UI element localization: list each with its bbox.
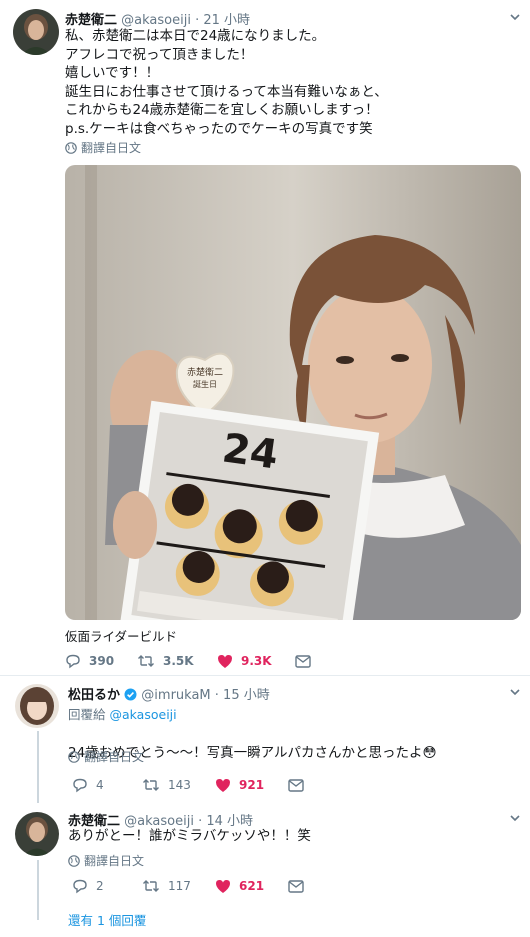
reply-handle-link[interactable]: @akasoeiji [110,707,177,722]
globe-icon [65,141,77,154]
reply-tweet[interactable]: 松田るか @imrukaM · 15 小時 回覆給 @akasoeiji 24歳… [0,680,530,805]
display-name[interactable]: 松田るか [68,688,120,703]
like-count: 921 [239,778,265,792]
photo-caption[interactable]: 仮面ライダービルド [65,626,177,645]
avatar[interactable] [15,684,59,728]
timestamp[interactable]: · 15 小時 [215,688,270,703]
heart-icon [216,778,230,792]
user-handle[interactable]: @akasoeiji [121,13,191,28]
svg-text:誕生日: 誕生日 [193,379,217,389]
retweet-count: 117 [168,879,191,893]
photo-card-number: 24 [219,425,281,478]
reply-icon [73,879,87,894]
retweet-button[interactable]: 117 [142,878,215,894]
translate-link[interactable]: 翻譯自日文 [68,852,144,869]
translate-label: 翻譯自日文 [84,750,145,764]
reply-prefix: 回覆給 [68,707,106,722]
translate-link[interactable]: 翻譯自日文 [65,139,141,156]
dm-button[interactable] [288,778,304,792]
reply-count: 2 [96,879,104,893]
like-button[interactable]: 621 [215,879,288,894]
like-button[interactable]: 9.3K [217,654,295,669]
like-count: 621 [239,879,265,893]
retweet-count: 143 [168,778,191,792]
verified-badge-icon [124,688,137,701]
globe-icon [68,750,80,763]
timestamp[interactable]: · 21 小時 [195,13,250,28]
retweet-button[interactable]: 143 [142,777,215,793]
retweet-icon [143,779,159,791]
chevron-down-icon[interactable] [508,685,522,699]
reply-icon [73,778,87,793]
like-count: 9.3K [241,654,272,668]
tweet-text: 私、赤楚衛二は本日で24歳になりました。 アフレコで祝って頂きました！ 嬉しいで… [65,28,388,137]
translate-link[interactable]: 翻譯自日文 [68,748,144,765]
tweet-actions: 390 3.5K 9.3K [65,653,311,669]
retweet-count: 3.5K [163,654,194,668]
flushed-face-emoji: 😳 [422,744,437,761]
envelope-icon [288,778,304,792]
chevron-down-icon[interactable] [508,10,522,24]
reply-count: 4 [96,778,104,792]
globe-icon [68,854,80,867]
translate-label: 翻譯自日文 [81,141,142,155]
heart-icon [218,654,232,668]
reply-button[interactable]: 2 [72,878,142,894]
tweet-actions: 4 143 921 [72,777,304,793]
reply-tweet[interactable]: 赤楚衛二 @akasoeiji · 14 小時 ありがとー！誰がミラバケッソや！… [0,808,530,908]
display-name[interactable]: 赤楚衛二 [65,13,117,28]
retweet-icon [138,655,154,667]
reply-icon [66,654,80,669]
reply-count: 390 [89,654,115,668]
reply-button[interactable]: 4 [72,777,142,793]
dm-button[interactable] [288,879,304,893]
reply-context: 回覆給 @akasoeiji [68,704,177,723]
photo-heart-text: 赤楚衛二 [187,366,223,378]
divider [0,675,530,676]
tweet-text: ありがとー！誰がミラバケッソや！！笑 [68,828,311,844]
tweet-actions: 2 117 621 [72,878,304,894]
envelope-icon [288,879,304,893]
translate-label: 翻譯自日文 [84,854,145,868]
show-more-replies-link[interactable]: 還有 1 個回覆 [68,910,146,929]
avatar[interactable] [13,9,59,55]
envelope-icon [295,654,311,668]
avatar[interactable] [15,812,59,856]
retweet-button[interactable]: 3.5K [137,653,217,669]
dm-button[interactable] [295,654,311,668]
chevron-down-icon[interactable] [508,811,522,825]
reply-button[interactable]: 390 [65,653,137,669]
user-handle[interactable]: @imrukaM [141,688,210,703]
tweet-header: 松田るか @imrukaM · 15 小時 [68,684,270,703]
main-tweet[interactable]: 赤楚衛二 @akasoeiji · 21 小時 私、赤楚衛二は本日で24歳になり… [0,0,530,682]
heart-icon [216,879,230,893]
tweet-header: 赤楚衛二 @akasoeiji · 21 小時 [65,9,250,28]
tweet-photo[interactable]: 赤楚衛二 誕生日 24 [65,165,521,620]
like-button[interactable]: 921 [215,778,288,793]
retweet-icon [143,880,159,892]
